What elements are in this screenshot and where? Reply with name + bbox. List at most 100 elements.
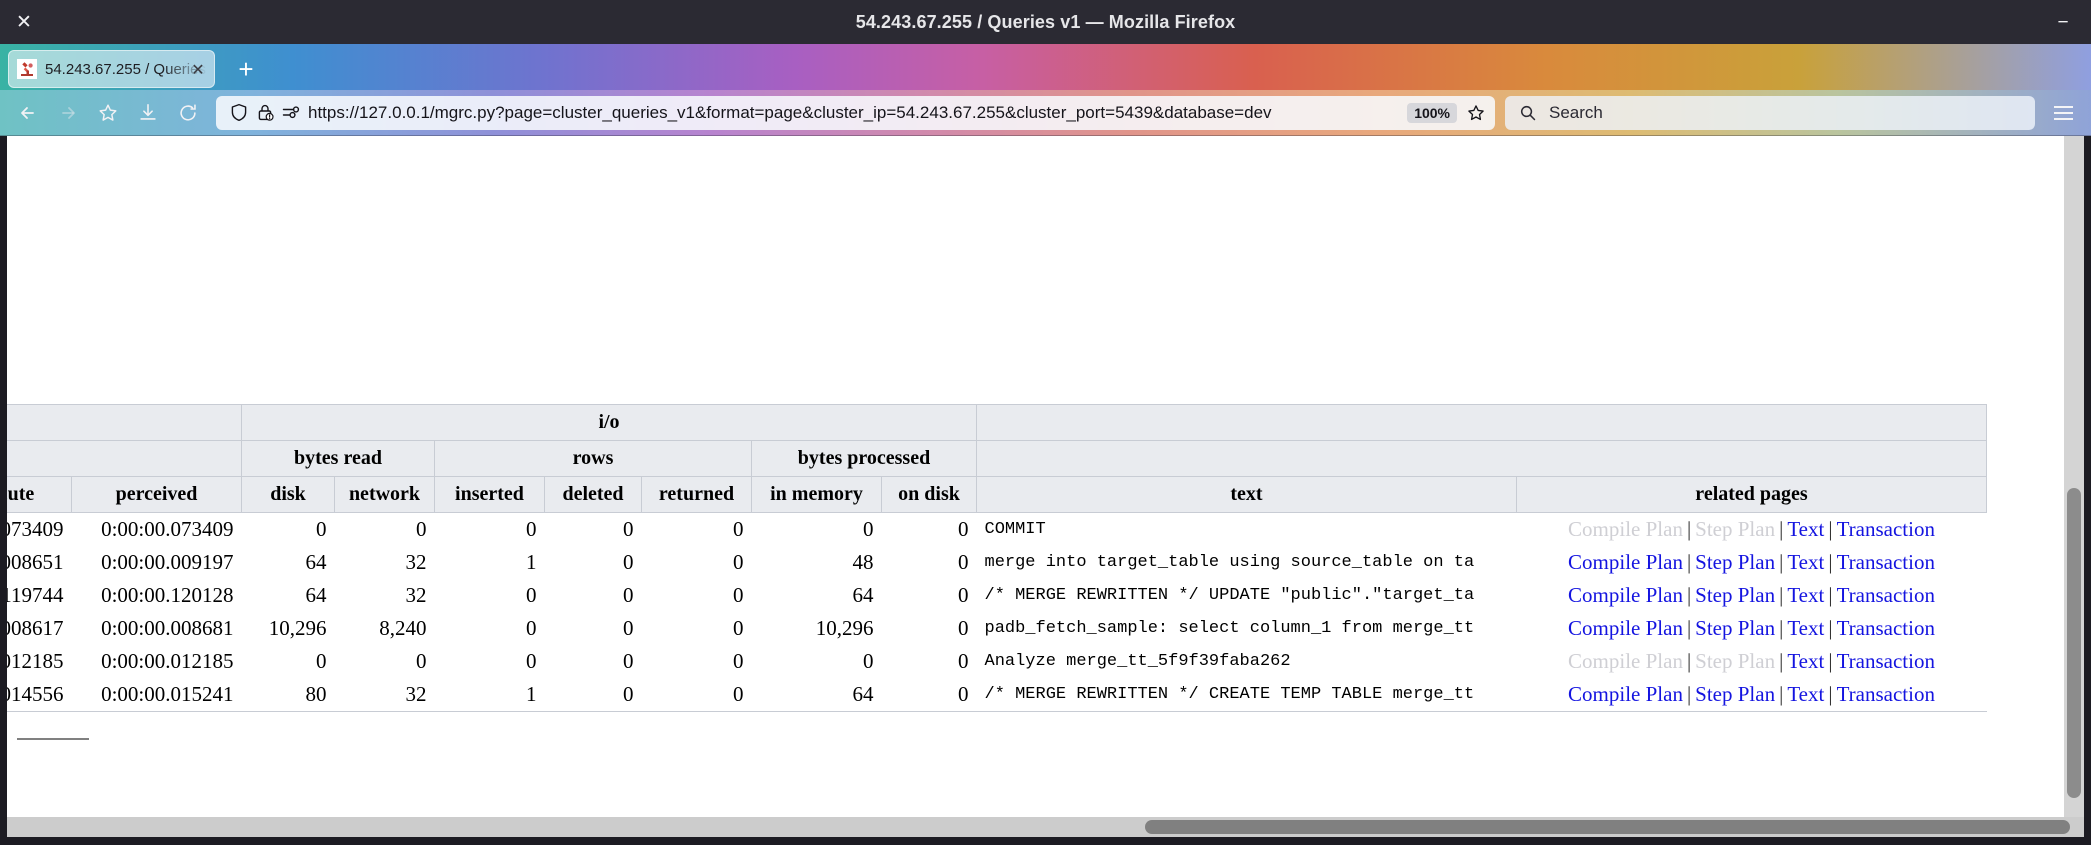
link-text[interactable]: Text xyxy=(1787,517,1824,541)
table-row: 0.0086510:00:00.0091976432100480merge in… xyxy=(7,546,1987,579)
cell-related-pages: Compile Plan | Step Plan | Text | Transaction xyxy=(1516,645,1987,678)
link-compile-plan[interactable]: Compile Plan xyxy=(1568,550,1683,574)
star-outline-icon[interactable] xyxy=(1463,102,1489,124)
link-transaction[interactable]: Transaction xyxy=(1837,649,1935,673)
cell-related-pages: Compile Plan | Step Plan | Text | Transaction xyxy=(1516,678,1987,712)
download-icon[interactable] xyxy=(130,95,166,131)
vertical-scrollbar-thumb[interactable] xyxy=(2067,488,2081,798)
cell-inserted: 0 xyxy=(434,645,545,678)
link-step-plan[interactable]: Step Plan xyxy=(1695,682,1775,706)
link-text[interactable]: Text xyxy=(1787,550,1824,574)
permissions-icon[interactable] xyxy=(278,102,304,124)
link-step-plan: Step Plan xyxy=(1695,517,1776,541)
column-network[interactable]: network xyxy=(334,476,435,513)
link-separator: | xyxy=(1686,583,1692,607)
column-on-disk[interactable]: on disk xyxy=(881,476,977,513)
table-row: 0.0121850:00:00.0121850000000Analyze mer… xyxy=(7,645,1987,678)
cell-inserted: 0 xyxy=(434,612,545,645)
window-close-button[interactable]: ✕ xyxy=(10,8,38,36)
horizontal-scrollbar[interactable] xyxy=(7,817,2084,837)
link-text[interactable]: Text xyxy=(1787,583,1824,607)
column-in-memory[interactable]: in memory xyxy=(751,476,882,513)
lock-warning-icon[interactable] xyxy=(252,102,278,124)
queries-table: i/o s bytes read rows bytes processed cu… xyxy=(7,404,1987,712)
column-disk[interactable]: disk xyxy=(241,476,335,513)
cell-related-pages: Compile Plan | Step Plan | Text | Transaction xyxy=(1516,512,1987,546)
column-text[interactable]: text xyxy=(976,476,1517,513)
cell-query-text: /* MERGE REWRITTEN */ UPDATE "public"."t… xyxy=(976,579,1517,612)
vertical-scrollbar[interactable] xyxy=(2064,136,2084,845)
url-bar[interactable]: https://127.0.0.1/mgrc.py?page=cluster_q… xyxy=(216,95,1495,130)
link-compile-plan[interactable]: Compile Plan xyxy=(1568,682,1683,706)
column-execute[interactable]: cute xyxy=(7,476,72,513)
tab-title: 54.243.67.255 / Queries v1 xyxy=(45,60,208,78)
cell-in-memory: 0 xyxy=(751,645,882,678)
column-inserted[interactable]: inserted xyxy=(434,476,545,513)
cell-deleted: 0 xyxy=(544,678,642,712)
reload-icon[interactable] xyxy=(170,95,206,131)
link-transaction[interactable]: Transaction xyxy=(1837,682,1935,706)
header-bytes-read: bytes read xyxy=(241,440,435,477)
hamburger-menu-icon[interactable] xyxy=(2045,95,2081,131)
link-separator: | xyxy=(1828,583,1833,607)
link-transaction[interactable]: Transaction xyxy=(1837,616,1935,640)
cell-returned: 0 xyxy=(641,579,752,612)
star-bookmark-icon[interactable] xyxy=(90,95,126,131)
zoom-level-badge[interactable]: 100% xyxy=(1407,102,1457,123)
cell-related-pages: Compile Plan | Step Plan | Text | Transaction xyxy=(1516,546,1987,579)
link-step-plan: Step Plan xyxy=(1695,649,1776,673)
cell-returned: 0 xyxy=(641,645,752,678)
page-body: i/o s bytes read rows bytes processed cu… xyxy=(7,136,2078,816)
cell-in-memory: 48 xyxy=(751,546,882,579)
shield-icon[interactable] xyxy=(226,102,252,124)
link-compile-plan: Compile Plan xyxy=(1568,649,1683,673)
link-separator: | xyxy=(1779,517,1784,541)
header-rows: rows xyxy=(434,440,752,477)
cell-on-disk: 0 xyxy=(881,579,977,612)
window-minimize-button[interactable]: − xyxy=(2049,8,2077,36)
link-transaction[interactable]: Transaction xyxy=(1837,583,1935,607)
cell-on-disk: 0 xyxy=(881,546,977,579)
table-row: 0.0145560:00:00.0152418032100640/* MERGE… xyxy=(7,678,1987,712)
link-step-plan[interactable]: Step Plan xyxy=(1695,550,1775,574)
cell-perceived: 0:00:00.120128 xyxy=(71,579,242,612)
new-tab-button[interactable]: + xyxy=(227,50,265,88)
link-step-plan[interactable]: Step Plan xyxy=(1695,616,1775,640)
link-transaction[interactable]: Transaction xyxy=(1837,550,1935,574)
search-bar[interactable]: Search xyxy=(1505,95,2035,130)
header-group-io: i/o xyxy=(241,404,977,441)
navigation-toolbar: https://127.0.0.1/mgrc.py?page=cluster_q… xyxy=(0,90,2091,136)
back-arrow-icon[interactable] xyxy=(10,95,46,131)
cell-in-memory: 10,296 xyxy=(751,612,882,645)
cell-inserted: 0 xyxy=(434,512,545,546)
cell-network: 32 xyxy=(334,678,435,712)
column-deleted[interactable]: deleted xyxy=(544,476,642,513)
column-related-pages[interactable]: related pages xyxy=(1516,476,1987,513)
search-input[interactable]: Search xyxy=(1541,103,1603,123)
link-compile-plan[interactable]: Compile Plan xyxy=(1568,616,1683,640)
link-text[interactable]: Text xyxy=(1787,682,1824,706)
header-blank-left xyxy=(7,404,242,441)
page-content: i/o s bytes read rows bytes processed cu… xyxy=(0,136,2091,845)
link-separator: | xyxy=(1828,517,1833,541)
horizontal-scrollbar-thumb[interactable] xyxy=(1145,820,2070,834)
link-separator: | xyxy=(1828,616,1833,640)
link-text[interactable]: Text xyxy=(1787,649,1824,673)
link-transaction[interactable]: Transaction xyxy=(1837,517,1935,541)
cell-query-text: merge into target_table using source_tab… xyxy=(976,546,1517,579)
tab-close-icon[interactable]: ✕ xyxy=(188,60,208,80)
cell-inserted: 0 xyxy=(434,579,545,612)
link-step-plan[interactable]: Step Plan xyxy=(1695,583,1775,607)
header-blank-right xyxy=(976,404,1987,441)
window-title: 54.243.67.255 / Queries v1 — Mozilla Fir… xyxy=(855,11,1236,32)
cell-disk: 80 xyxy=(241,678,335,712)
column-returned[interactable]: returned xyxy=(641,476,752,513)
column-perceived[interactable]: perceived xyxy=(71,476,242,513)
table-row: 0.1197440:00:00.1201286432000640/* MERGE… xyxy=(7,579,1987,612)
cell-perceived: 0:00:00.008681 xyxy=(71,612,242,645)
cell-execute: 0.119744 xyxy=(7,579,72,612)
link-text[interactable]: Text xyxy=(1787,616,1824,640)
link-compile-plan[interactable]: Compile Plan xyxy=(1568,583,1683,607)
cell-disk: 0 xyxy=(241,512,335,546)
browser-tab[interactable]: 54.243.67.255 / Queries v1 ✕ xyxy=(8,50,215,88)
